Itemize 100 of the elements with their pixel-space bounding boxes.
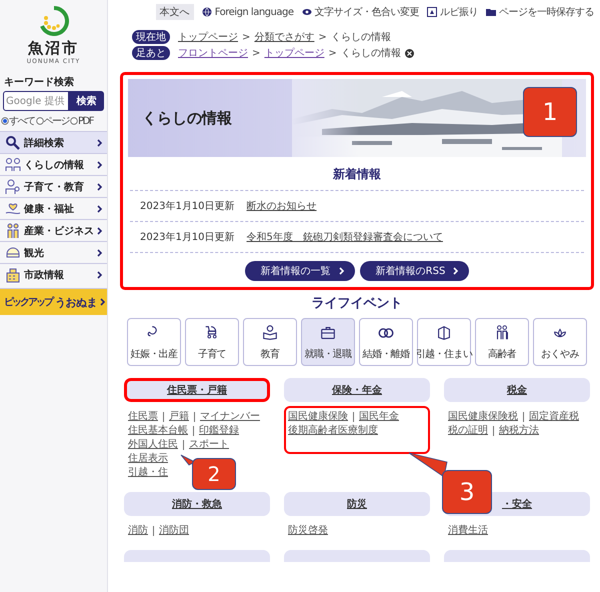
toolbar-link[interactable]: ルビ振り [440, 5, 478, 19]
news-link[interactable]: 令和5年度 銃砲刀剣類登録審査会について [246, 230, 443, 244]
radio-button[interactable] [36, 117, 44, 125]
breadcrumb-separator: > [242, 32, 250, 42]
category-link[interactable]: 印鑑登録 [193, 426, 244, 436]
category-link[interactable]: 消費生活 [448, 526, 493, 536]
category-heading[interactable]: 住民票・戸籍 [124, 378, 270, 402]
category-link[interactable]: 引越・住 [128, 468, 173, 478]
life-event-tile[interactable]: 結婚・離婚 [359, 318, 413, 366]
toolbar-link[interactable]: 文字サイズ・色合い変更 [314, 5, 419, 19]
breadcrumb-separator: > [318, 32, 327, 42]
callout-pointer [408, 452, 448, 478]
pickup-banner[interactable]: ピックアップ うおぬま [0, 288, 107, 315]
menu-item[interactable]: 健康・福祉 [0, 197, 107, 219]
menu-item[interactable]: くらしの情報 [0, 153, 107, 175]
box-icon [435, 324, 453, 342]
category-icon [5, 156, 21, 172]
chevron-icon [453, 267, 460, 275]
chevron-icon [97, 226, 103, 234]
breadcrumb-link[interactable]: トップページ [264, 46, 324, 60]
menu-item[interactable]: 子育て・教育 [0, 175, 107, 197]
callout-marker: 2 [192, 458, 236, 490]
category-icon [5, 178, 21, 194]
radio-label: ページ [44, 115, 69, 128]
news-button[interactable]: 新着情報の一覧 [244, 261, 355, 281]
breadcrumb-badge: 足あと [132, 46, 170, 60]
city-name: 魚沼市 [28, 39, 79, 58]
category-link[interactable]: 住居表示 [128, 454, 173, 464]
folder-icon [486, 7, 496, 17]
breadcrumb-separator: > [328, 48, 337, 58]
globe-icon [202, 7, 212, 17]
category-link[interactable]: マイナンバー [194, 412, 265, 422]
close-icon[interactable] [404, 48, 414, 58]
banner-label: ピックアップ [4, 296, 52, 309]
life-event-tile[interactable]: 子育て [185, 318, 239, 366]
category-link[interactable]: 住民基本台帳 [128, 426, 193, 436]
category-link[interactable]: 消防団 [153, 526, 194, 536]
category-icon [5, 222, 21, 238]
breadcrumb-link[interactable]: トップページ [178, 30, 238, 44]
section-heading: ライフイベント [310, 295, 404, 312]
life-event-tile[interactable]: 教育 [243, 318, 297, 366]
chevron-icon [97, 248, 103, 256]
logo-icon [38, 6, 68, 36]
chevron-icon [97, 204, 103, 212]
life-event-tile[interactable]: 高齢者 [475, 318, 529, 366]
category-icon [5, 200, 21, 216]
news-button[interactable]: 新着情報のRSS [360, 261, 470, 281]
menu-item[interactable]: 詳細検索 [0, 131, 107, 153]
category-link[interactable]: スポート [183, 440, 234, 450]
category-icon [5, 266, 21, 282]
category-link[interactable]: 住民票 [128, 412, 163, 422]
chevron-icon [97, 270, 103, 278]
category-link[interactable]: 国民健康保険 [288, 412, 353, 422]
radio-button[interactable] [1, 117, 9, 125]
search-heading: キーワード検索 [4, 76, 75, 89]
menu-item[interactable]: 市政情報 [0, 263, 107, 285]
news-date: 2023年1月10日更新 [140, 230, 235, 244]
breadcrumb-link[interactable]: 分類でさがす [254, 30, 314, 44]
chevron-icon [97, 182, 103, 190]
life-event-tile[interactable]: 就職・退職 [301, 318, 355, 366]
chevron-icon [97, 160, 103, 168]
breadcrumb-separator: > [252, 48, 260, 58]
breadcrumb-current: くらしの情報 [340, 46, 401, 60]
section-heading: 新着情報 [332, 166, 382, 183]
banner-title: うおぬま [55, 294, 97, 310]
life-event-tile[interactable]: おくやみ [533, 318, 587, 366]
menu-item[interactable]: 産業・ビジネス [0, 219, 107, 241]
category-heading[interactable]: 税金 [444, 378, 590, 402]
chevron-icon [97, 138, 103, 146]
breadcrumb-link[interactable]: フロントページ [178, 46, 248, 60]
search-button[interactable]: 検索 [69, 91, 104, 111]
category-link[interactable]: 戸籍 [163, 412, 194, 422]
category-heading[interactable]: 保険・年金 [284, 378, 430, 402]
category-link[interactable]: 消防 [128, 526, 153, 536]
category-link[interactable]: 固定資産税 [523, 412, 584, 422]
search-field[interactable]: Google 提供 [3, 91, 69, 111]
news-link[interactable]: 断水のお知らせ [246, 199, 317, 213]
life-event-tile[interactable]: 引越・住まい [417, 318, 471, 366]
category-link[interactable]: 納税方法 [493, 426, 544, 436]
news-date: 2023年1月10日更新 [140, 200, 235, 213]
toolbar-link[interactable]: Foreign language [214, 6, 294, 18]
breadcrumb-current: くらしの情報 [330, 30, 391, 44]
chevron-icon [338, 267, 345, 275]
category-link[interactable]: 税の証明 [448, 426, 493, 436]
life-event-tile[interactable]: 妊娠・出産 [127, 318, 181, 366]
category-link[interactable]: 防災啓発 [288, 526, 333, 536]
category-icon [5, 244, 21, 260]
category-link[interactable]: 国民健康保険税 [448, 412, 523, 422]
radio-button[interactable] [70, 117, 78, 125]
category-link[interactable]: 外国人住民 [128, 440, 183, 450]
skip-link[interactable]: 本文へ [156, 4, 194, 20]
hero-title: くらしの情報 [142, 108, 233, 128]
breadcrumb-badge: 現在地 [132, 30, 170, 44]
search-icon [5, 134, 21, 150]
category-link[interactable]: 後期高齢者医療制度 [288, 426, 383, 436]
menu-item[interactable]: 観光 [0, 241, 107, 263]
callout-marker: 3 [442, 470, 492, 514]
toolbar-link[interactable]: ページを一時保存する [499, 5, 594, 19]
radio-label: すべて [9, 115, 34, 128]
category-link[interactable]: 国民年金 [353, 412, 404, 422]
